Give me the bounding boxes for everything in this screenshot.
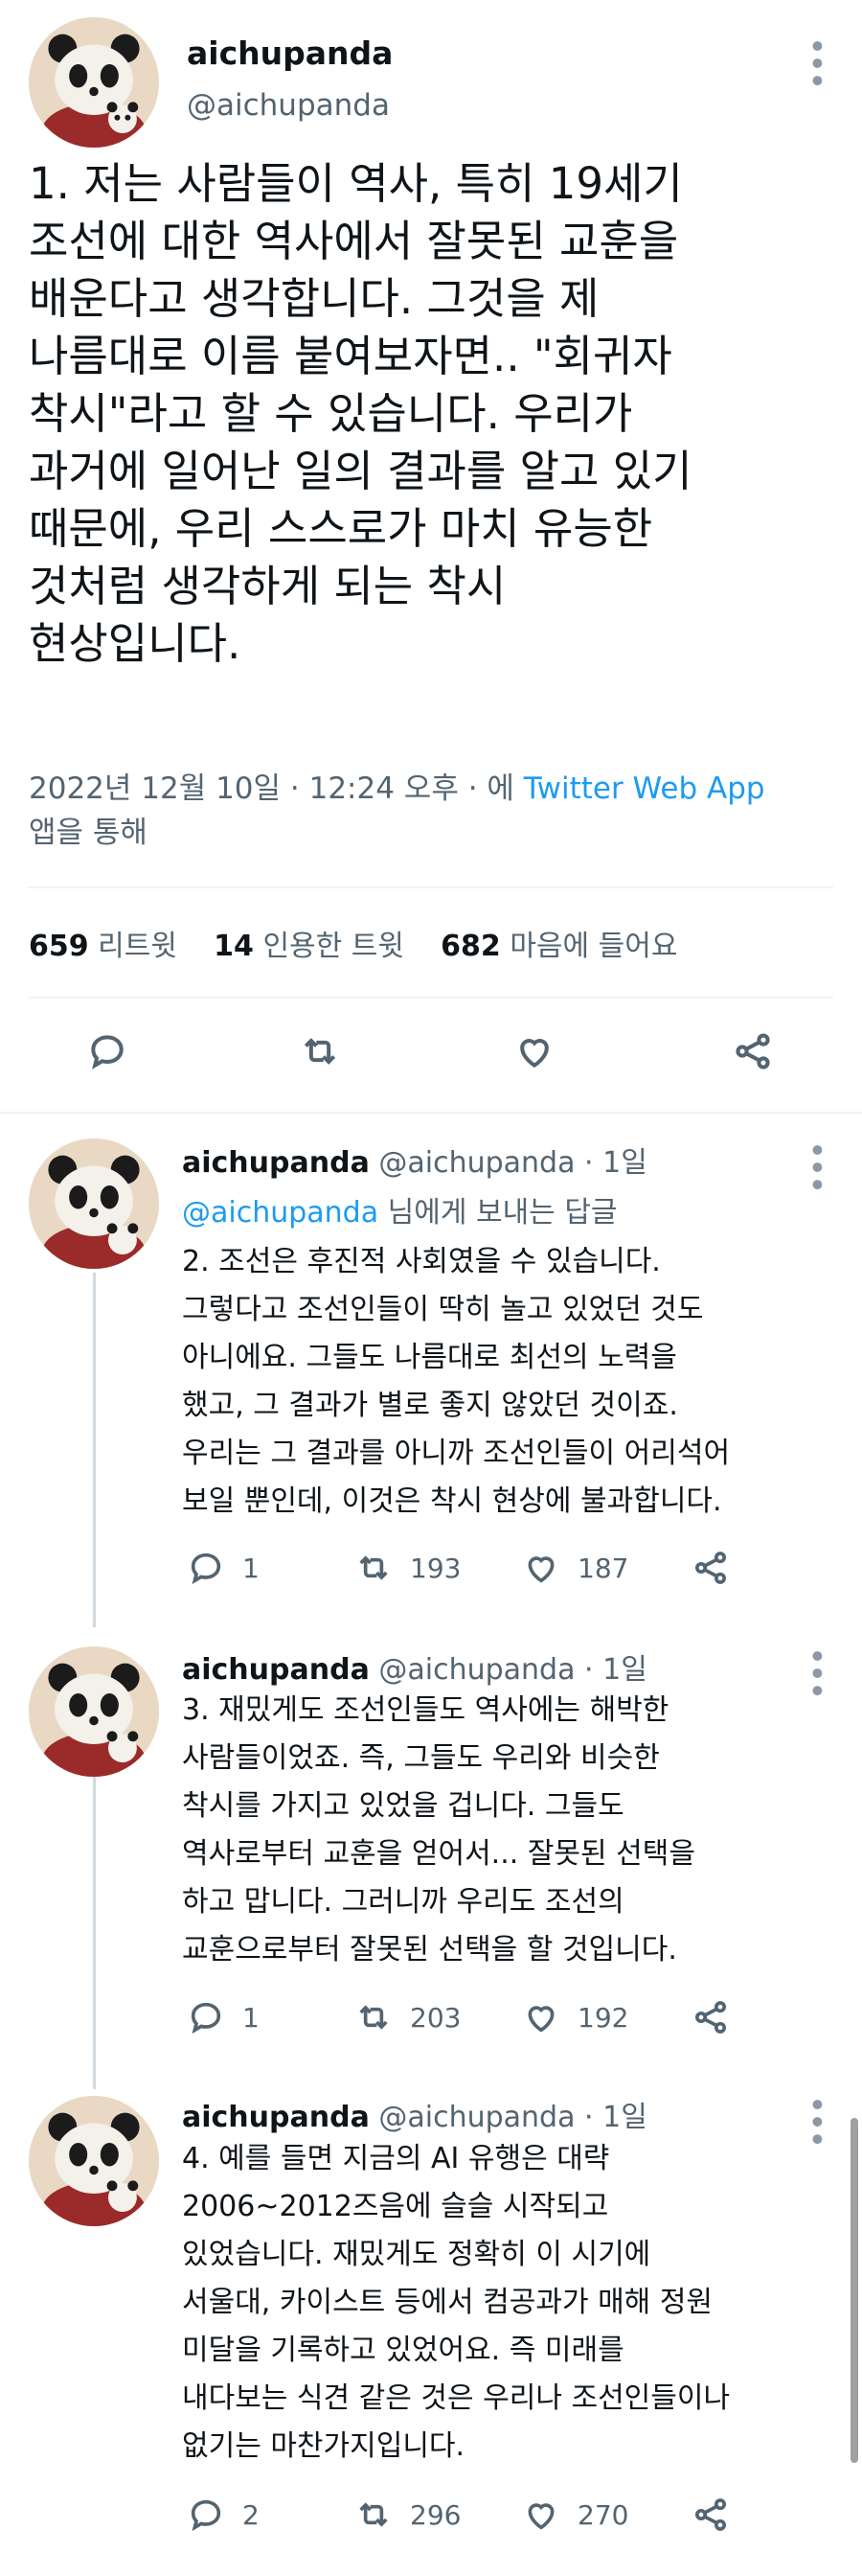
- share-icon: [695, 2001, 726, 2034]
- scrollbar[interactable]: [851, 2118, 858, 2463]
- source-suffix: 앱을 통해: [29, 816, 147, 850]
- reply-button[interactable]: 2: [187, 2496, 260, 2534]
- like-button[interactable]: 187: [522, 1549, 628, 1587]
- author-name[interactable]: aichupanda: [182, 1146, 370, 1180]
- retweet-icon: [359, 1555, 388, 1580]
- like-button[interactable]: [513, 1030, 556, 1076]
- avatar[interactable]: [29, 17, 159, 148]
- likes-stat[interactable]: 682 마음에 들어요: [441, 930, 677, 963]
- more-options-icon[interactable]: •••: [797, 1140, 835, 1192]
- quotes-stat[interactable]: 14 인용한 트윗: [214, 930, 404, 963]
- share-icon: [736, 1033, 770, 1070]
- panda-avatar-image: [29, 1646, 159, 1777]
- panda-avatar-image: [29, 2096, 159, 2226]
- retweet-count: 203: [410, 2001, 462, 2034]
- avatar[interactable]: [29, 1646, 159, 1777]
- timestamp[interactable]: 2022년 12월 10일 · 12:24 오후 · 에: [29, 771, 524, 806]
- reply-icon: [191, 1552, 221, 1585]
- reply-icon: [191, 2002, 221, 2035]
- share-button[interactable]: [692, 1549, 747, 1587]
- reply-icon: [191, 2499, 221, 2532]
- retweet-button[interactable]: 296: [354, 2496, 461, 2534]
- author-handle[interactable]: @aichupanda: [378, 1146, 575, 1180]
- like-icon: [528, 1556, 555, 1583]
- reply-text: 2. 조선은 후진적 사회였을 수 있습니다. 그렇다고 조선인들이 딱히 놀고…: [182, 1245, 731, 1518]
- share-icon: [695, 1552, 726, 1584]
- like-icon: [528, 2006, 555, 2033]
- like-icon: [528, 2503, 555, 2530]
- retweet-count: 193: [410, 1552, 462, 1584]
- like-count: 187: [578, 1552, 629, 1584]
- like-button[interactable]: 270: [522, 2496, 628, 2534]
- divider: [29, 997, 833, 999]
- retweet-button[interactable]: 193: [354, 1549, 461, 1587]
- like-count: 270: [578, 2498, 629, 2531]
- share-button[interactable]: [732, 1030, 774, 1076]
- more-options-icon[interactable]: •••: [797, 36, 835, 88]
- tweet-meta: 2022년 12월 10일 · 12:24 오후 · 에 Twitter Web…: [29, 767, 843, 855]
- retweets-stat[interactable]: 659 리트윗: [29, 930, 177, 963]
- retweet-button[interactable]: [299, 1030, 341, 1076]
- avatar[interactable]: [29, 2096, 159, 2226]
- reply-text: 3. 재밌게도 조선인들도 역사에는 해박한 사람들이었죠. 즉, 그들도 우리…: [182, 1693, 695, 1966]
- avatar[interactable]: [29, 1138, 159, 1269]
- reply-header: aichupanda @aichupanda · 1일: [182, 1138, 647, 1181]
- retweet-icon: [359, 2502, 388, 2527]
- reply-text: 4. 예를 들면 지금의 AI 유행은 대략 2006~2012즈음에 슬슬 시…: [182, 2142, 731, 2463]
- reply-count: 1: [242, 2001, 260, 2034]
- reply-count: 2: [242, 2498, 260, 2531]
- retweet-icon: [359, 2005, 388, 2030]
- share-icon: [695, 2498, 726, 2531]
- reply-button[interactable]: [86, 1030, 128, 1076]
- reply-icon: [91, 1035, 124, 1070]
- tweet-text: 1. 저는 사람들이 역사, 특히 19세기 조선에 대한 역사에서 잘못된 교…: [29, 158, 692, 669]
- reply-to-handle-link[interactable]: @aichupanda: [182, 1196, 378, 1230]
- source-app-link[interactable]: Twitter Web App: [524, 771, 765, 806]
- author-handle[interactable]: @aichupanda: [378, 1653, 575, 1687]
- reply-header: aichupanda @aichupanda · 1일: [182, 2093, 647, 2135]
- divider: [29, 886, 833, 888]
- thread-connector: [93, 1273, 96, 1627]
- retweet-icon: [304, 1038, 336, 1065]
- retweet-button[interactable]: 203: [354, 1998, 461, 2036]
- reply-time[interactable]: · 1일: [584, 1653, 647, 1687]
- share-button[interactable]: [692, 1998, 747, 2036]
- author-name[interactable]: aichupanda: [187, 34, 393, 72]
- panda-avatar-image: [29, 17, 159, 148]
- reply-time[interactable]: · 1일: [584, 2101, 647, 2134]
- retweet-count: 296: [410, 2498, 462, 2531]
- share-button[interactable]: [692, 2496, 747, 2534]
- tweet-stats: 659 리트윗 14 인용한 트윗 682 마음에 들어요: [29, 922, 677, 964]
- panda-avatar-image: [29, 1138, 159, 1269]
- author-handle[interactable]: @aichupanda: [378, 2101, 575, 2134]
- reply-count: 1: [242, 1552, 260, 1584]
- author-name[interactable]: aichupanda: [182, 2101, 370, 2134]
- like-icon: [520, 1039, 549, 1069]
- reply-button[interactable]: 1: [187, 1549, 260, 1587]
- author-name[interactable]: aichupanda: [182, 1653, 370, 1687]
- replying-to: @aichupanda 님에게 보내는 답글: [182, 1196, 618, 1230]
- reply-button[interactable]: 1: [187, 1998, 260, 2036]
- divider: [0, 1112, 862, 1114]
- reply-header: aichupanda @aichupanda · 1일: [182, 1645, 647, 1688]
- author-handle[interactable]: @aichupanda: [187, 88, 390, 123]
- like-button[interactable]: 192: [522, 1998, 628, 2036]
- reply-time[interactable]: · 1일: [584, 1146, 647, 1180]
- like-count: 192: [578, 2001, 629, 2034]
